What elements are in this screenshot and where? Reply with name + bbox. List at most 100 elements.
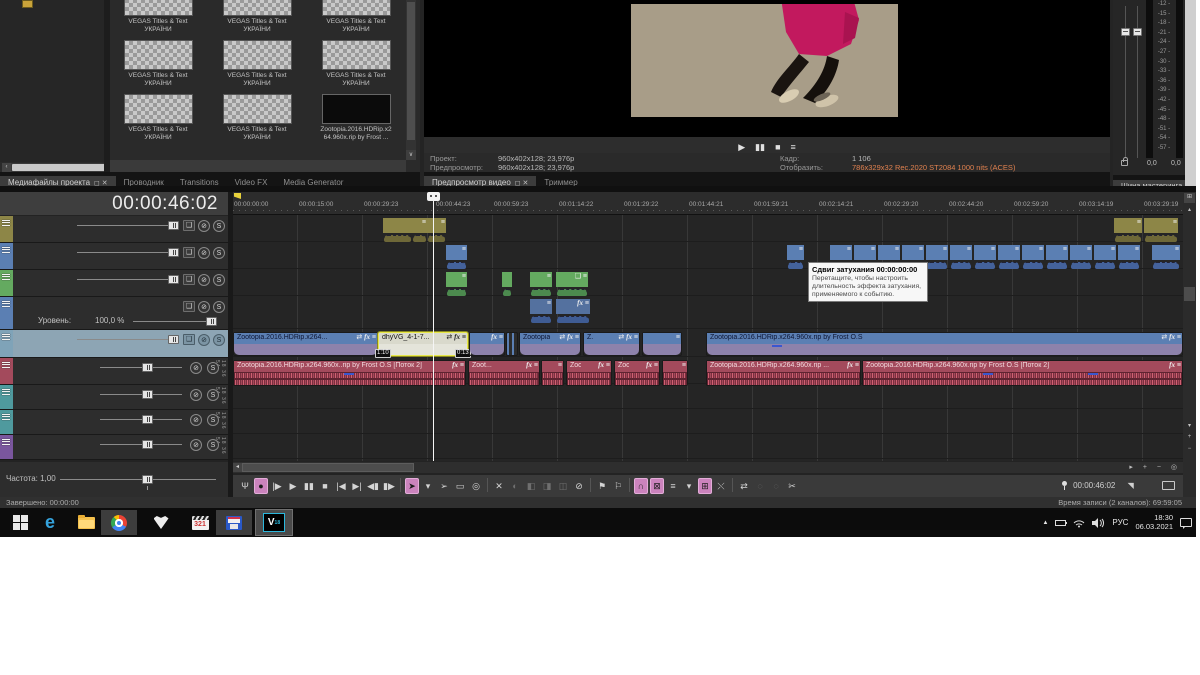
event-icons[interactable]: ≡ <box>558 361 562 370</box>
track-menu-icon[interactable] <box>2 299 11 306</box>
track-header-track-3[interactable]: ❑⊘S <box>0 270 228 297</box>
event-icons[interactable]: fx ≡ <box>598 361 610 370</box>
video-event[interactable]: Z.⇄ fx ≡ <box>583 332 640 356</box>
preset-thumbnail[interactable] <box>124 0 193 16</box>
fade-envelope[interactable] <box>1095 262 1115 269</box>
timeline-event[interactable]: ≡ <box>1144 218 1178 241</box>
fade-envelope[interactable] <box>447 262 466 269</box>
fade-tool-3[interactable]: ◨ <box>540 478 554 494</box>
scroll-left-icon[interactable]: ‹ <box>2 163 11 172</box>
event-icons[interactable]: ≡ <box>847 245 851 254</box>
timeline-event[interactable]: ≡ <box>1114 218 1142 241</box>
event-block[interactable]: ≡ <box>1152 245 1180 260</box>
go-to-end-button[interactable]: ▶| <box>350 478 364 494</box>
track-volume-slider-handle[interactable] <box>142 415 153 424</box>
track-color-strip[interactable] <box>0 243 13 269</box>
event-header[interactable]: Zootopia.2016.HDRip.x264...⇄ fx ≡ <box>234 333 377 344</box>
scrollbar-thumb[interactable] <box>242 463 414 472</box>
event-icons[interactable]: fx ≡ <box>646 361 658 370</box>
track-volume-slider-handle[interactable] <box>142 363 153 372</box>
scroll-down-icon[interactable]: ∨ <box>406 150 416 160</box>
rate-slider-handle[interactable] <box>142 475 153 484</box>
fade-envelope[interactable] <box>1023 262 1043 269</box>
track-fx-button[interactable]: ❑ <box>183 274 195 285</box>
preset-item[interactable]: VEGAS Titles & TextУКРАЇНИ <box>110 0 206 33</box>
event-block[interactable]: ≡ <box>427 218 446 233</box>
video-event[interactable]: dhyVG_4-1-7...⇄ fx ≡1:100:13 <box>378 332 468 356</box>
pause-button[interactable]: ▮▮ <box>302 478 316 494</box>
solo-button[interactable]: S <box>207 439 219 451</box>
fade-envelope[interactable] <box>951 262 971 269</box>
external-monitor-icon[interactable] <box>1162 481 1175 490</box>
envelope-edit-button[interactable]: ⊠ <box>650 478 664 494</box>
track-level-slider-handle[interactable] <box>168 335 179 344</box>
event-block[interactable]: ❑ ≡ <box>556 272 588 287</box>
snap-button[interactable]: ≡ <box>666 478 680 494</box>
audio-event[interactable]: ≡ <box>541 360 564 386</box>
event-icons[interactable]: ≡ <box>1173 218 1177 227</box>
track-color-strip[interactable] <box>0 270 13 296</box>
marker-button[interactable]: ⚑ <box>595 478 609 494</box>
event-header[interactable]: Zoo...fx ≡ <box>615 361 659 372</box>
fade-envelope[interactable] <box>503 289 511 296</box>
event-header[interactable]: Zootopia.2016.HDRip.x264.960x.rip by Fro… <box>707 333 1182 344</box>
audio-event[interactable]: ≡ <box>662 360 688 386</box>
event-icons[interactable]: ≡ <box>919 245 923 254</box>
timeline-event[interactable]: ≡ <box>412 218 427 241</box>
mute-button[interactable]: ⊘ <box>190 439 202 451</box>
fade-envelope[interactable] <box>557 289 587 296</box>
track-color-strip[interactable] <box>0 410 13 434</box>
go-to-start-button[interactable]: |◀ <box>334 478 348 494</box>
taskbar-explorer[interactable] <box>68 510 104 535</box>
fade-tool-1[interactable]: ◐ <box>508 478 522 494</box>
snap-dropdown[interactable]: ▾ <box>682 478 696 494</box>
timeline-event[interactable]: ≡ <box>998 245 1020 268</box>
preset-item[interactable]: VEGAS Titles & TextУКРАЇНИ <box>110 94 206 141</box>
fade-envelope[interactable] <box>428 235 445 242</box>
timeline-event[interactable]: ≡ <box>1152 245 1180 268</box>
event-header[interactable]: Zootopia....⇄ fx ≡ <box>520 333 580 344</box>
event-icons[interactable]: ≡ <box>895 245 899 254</box>
event-icons[interactable]: ≡ <box>682 361 686 370</box>
event-icons[interactable]: ⇄ fx ≡ <box>559 333 579 342</box>
fade-envelope[interactable] <box>1145 235 1177 242</box>
preset-item[interactable]: VEGAS Titles & TextУКРАЇНИ <box>209 40 305 87</box>
scrollbar-thumb[interactable] <box>1184 287 1195 301</box>
video-event[interactable]: fx ≡ <box>469 332 505 356</box>
track-menu-icon[interactable] <box>2 387 11 394</box>
event-icons[interactable]: ≡ <box>799 245 803 254</box>
timeline-event[interactable] <box>502 272 512 295</box>
generator-list-pane[interactable] <box>0 0 104 162</box>
event-header[interactable]: Zootopia.2016.HDRip.x264.960x..rip by Fr… <box>234 361 465 372</box>
tray-expand-icon[interactable]: ▲ <box>1042 520 1048 526</box>
fader-handle-left[interactable] <box>1121 28 1130 36</box>
event-block[interactable]: ≡ <box>926 245 948 260</box>
selection-tool-button[interactable]: ▭ <box>453 478 467 494</box>
track-header-track-7[interactable]: 18 36 54⊘S <box>0 385 228 410</box>
level-slider-handle[interactable] <box>206 317 217 326</box>
event-icons[interactable]: ≡ <box>422 218 426 227</box>
timeline-event[interactable]: ≡ <box>1046 245 1068 268</box>
track-menu-icon[interactable] <box>2 272 11 279</box>
event-block[interactable]: ≡ <box>1046 245 1068 260</box>
level-slider-track[interactable] <box>133 321 215 322</box>
timeline-event[interactable]: fx ≡ <box>556 299 590 328</box>
track-volume-slider-track[interactable] <box>100 444 182 445</box>
preset-item[interactable]: Zootopia.2016.HDRip.x264.960x.rip by Fro… <box>308 94 404 141</box>
event-icons[interactable]: ≡ <box>547 299 551 308</box>
event-block[interactable]: ≡ <box>830 245 852 260</box>
preset-thumbnail[interactable] <box>223 40 292 70</box>
track-volume-slider-handle[interactable] <box>142 440 153 449</box>
timeline-event[interactable]: ≡ <box>787 245 804 268</box>
event-icons[interactable]: ≡ <box>1039 245 1043 254</box>
solo-button[interactable]: S <box>213 334 225 346</box>
track-header-track-5[interactable]: ❑⊘S <box>0 330 228 358</box>
preset-item[interactable]: VEGAS Titles & TextУКРАЇНИ <box>308 0 404 33</box>
preset-thumbnail[interactable] <box>322 40 391 70</box>
generator-preset-icon[interactable] <box>22 0 33 8</box>
preset-item[interactable]: VEGAS Titles & TextУКРАЇНИ <box>308 40 404 87</box>
audio-event[interactable]: Zootopia.2016.HDRip.x264.960x..rip by Fr… <box>233 360 466 386</box>
timecode-display[interactable]: 00:00:46:02 <box>0 192 228 215</box>
event-icons[interactable]: ≡ <box>1175 245 1179 254</box>
taskbar-chrome[interactable] <box>101 510 137 535</box>
